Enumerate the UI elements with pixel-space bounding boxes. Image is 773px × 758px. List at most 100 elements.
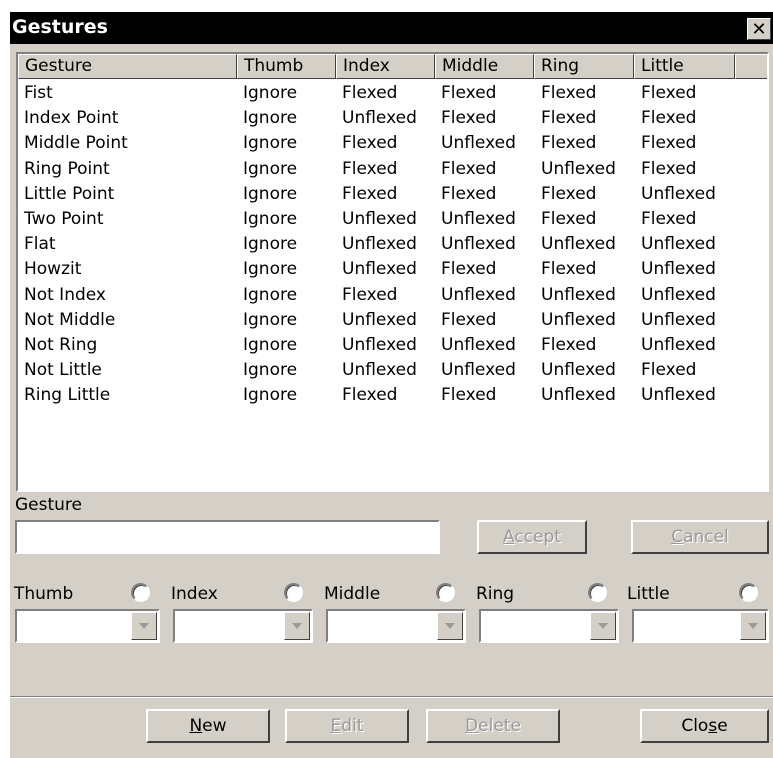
column-header-little[interactable]: Little <box>634 54 735 79</box>
cell-ring: Flexed <box>541 133 597 154</box>
cell-index: Flexed <box>342 158 398 179</box>
little-label: Little <box>627 584 670 604</box>
ring-ignore-radio[interactable] <box>588 583 607 602</box>
cancel-button[interactable]: Cancel <box>631 520 769 554</box>
gestures-list[interactable]: Gesture Thumb Index Middle Ring Little F… <box>16 52 769 492</box>
column-header-index[interactable]: Index <box>336 54 435 79</box>
middle-select[interactable] <box>326 609 466 643</box>
table-row[interactable]: Not Index Ignore Flexed Unflexed Unflexed Unf… <box>18 283 758 308</box>
cell-middle: Flexed <box>441 158 497 179</box>
cell-thumb: Ignore <box>243 360 298 381</box>
index-ignore-radio[interactable] <box>284 583 303 602</box>
gesture-name-input[interactable] <box>15 520 440 554</box>
cell-gesture: Ring Little <box>24 385 111 406</box>
cancel-label-mnemonic: C <box>671 527 684 547</box>
thumb-ignore-radio[interactable] <box>131 583 150 602</box>
title-bar[interactable]: Gestures ✕ <box>10 12 773 44</box>
new-button[interactable]: New <box>146 709 270 743</box>
cell-ring: Unflexed <box>541 360 616 381</box>
cell-thumb: Ignore <box>243 209 298 229</box>
index-select[interactable] <box>173 609 313 643</box>
middle-ignore-radio[interactable] <box>436 583 455 602</box>
cell-index: Unflexed <box>342 259 417 280</box>
close-label-pre: Clo <box>681 716 709 736</box>
accept-button[interactable]: Accept <box>477 520 587 554</box>
cell-ring: Unflexed <box>541 284 616 305</box>
table-row[interactable]: Ring Point Ignore Flexed Flexed Unflexed Flex… <box>18 157 758 182</box>
chevron-down-icon[interactable] <box>437 612 463 640</box>
middle-label: Middle <box>324 584 381 604</box>
column-header-thumb[interactable]: Thumb <box>237 54 336 79</box>
cell-middle: Flexed <box>441 183 497 204</box>
table-row[interactable]: Not Ring Ignore Unflexed Unflexed Flexed Unfl… <box>18 333 758 358</box>
gesture-label: Gesture <box>15 495 83 515</box>
close-button[interactable]: Close <box>640 709 769 743</box>
cancel-label-post: ancel <box>683 527 729 547</box>
cell-little: Flexed <box>641 209 697 229</box>
table-row[interactable]: Ring Little Ignore Flexed Flexed Unflexed Unf… <box>18 383 758 408</box>
cell-ring: Flexed <box>541 83 597 103</box>
column-header-gesture[interactable]: Gesture <box>18 54 237 79</box>
cell-gesture: Not Little <box>24 360 102 381</box>
table-row[interactable]: Howzit Ignore Unflexed Flexed Flexed Unflexed <box>18 257 758 282</box>
close-label-post: e <box>717 716 728 736</box>
cell-gesture: Index Point <box>24 108 119 129</box>
gestures-dialog: Gestures ✕ Gesture Thumb Index Middle Ri… <box>10 12 773 758</box>
chevron-down-icon[interactable] <box>131 612 157 640</box>
chevron-down-icon[interactable] <box>740 612 766 640</box>
table-row[interactable]: Fist Ignore Flexed Flexed Flexed Flexed <box>18 81 758 106</box>
table-row[interactable]: Not Middle Ignore Unflexed Flexed Unflexed Un… <box>18 308 758 333</box>
cell-thumb: Ignore <box>243 309 298 330</box>
cell-middle: Unflexed <box>441 133 516 154</box>
cell-gesture: Not Index <box>24 284 106 305</box>
cell-middle: Flexed <box>441 83 497 103</box>
new-label-mnemonic: N <box>189 716 203 736</box>
cell-index: Flexed <box>342 385 398 406</box>
little-ignore-radio[interactable] <box>739 583 758 602</box>
cell-middle: Flexed <box>441 259 497 280</box>
little-select[interactable] <box>632 609 769 643</box>
index-label: Index <box>171 584 218 604</box>
delete-label-mnemonic: D <box>465 716 479 736</box>
cell-little: Unflexed <box>641 183 716 204</box>
table-row[interactable]: Two Point Ignore Unflexed Unflexed Flexed Fle… <box>18 207 758 232</box>
cell-little: Flexed <box>641 360 697 381</box>
edit-button[interactable]: Edit <box>285 709 409 743</box>
cell-ring: Flexed <box>541 335 597 355</box>
column-header-filler <box>735 54 767 79</box>
ring-label: Ring <box>476 584 515 604</box>
column-header-middle[interactable]: Middle <box>435 54 534 79</box>
column-header-ring[interactable]: Ring <box>534 54 634 79</box>
cell-index: Unflexed <box>342 108 417 129</box>
cell-little: Flexed <box>641 108 697 129</box>
cell-gesture: Fist <box>24 83 53 103</box>
table-row[interactable]: Not Little Ignore Unflexed Unflexed Unflexed… <box>18 358 758 383</box>
table-row[interactable]: Little Point Ignore Flexed Flexed Flexed Unfl… <box>18 182 758 207</box>
accept-label-mnemonic: A <box>503 527 515 547</box>
table-row[interactable]: Flat Ignore Unflexed Unflexed Unflexed Unflex… <box>18 232 758 257</box>
cell-gesture: Two Point <box>24 209 104 229</box>
cell-thumb: Ignore <box>243 158 298 179</box>
cell-thumb: Ignore <box>243 234 298 255</box>
cell-middle: Unflexed <box>441 360 516 381</box>
table-row[interactable]: Index Point Ignore Unflexed Flexed Flexed Fle… <box>18 106 758 131</box>
ring-select[interactable] <box>479 609 619 643</box>
cell-little: Unflexed <box>641 335 716 355</box>
thumb-select[interactable] <box>15 609 160 643</box>
cell-ring: Unflexed <box>541 158 616 179</box>
chevron-down-icon[interactable] <box>284 612 310 640</box>
chevron-down-icon[interactable] <box>590 612 616 640</box>
cell-middle: Unflexed <box>441 284 516 305</box>
cell-ring: Flexed <box>541 259 597 280</box>
cell-index: Unflexed <box>342 335 417 355</box>
close-window-button[interactable]: ✕ <box>747 18 771 40</box>
cell-thumb: Ignore <box>243 183 298 204</box>
cell-ring: Flexed <box>541 183 597 204</box>
new-label-post: ew <box>202 716 227 736</box>
cell-index: Unflexed <box>342 234 417 255</box>
delete-button[interactable]: Delete <box>426 709 560 743</box>
table-row[interactable]: Middle Point Ignore Flexed Unflexed Flexed Fl… <box>18 131 758 156</box>
cell-index: Unflexed <box>342 360 417 381</box>
cell-thumb: Ignore <box>243 108 298 129</box>
cell-index: Unflexed <box>342 209 417 229</box>
